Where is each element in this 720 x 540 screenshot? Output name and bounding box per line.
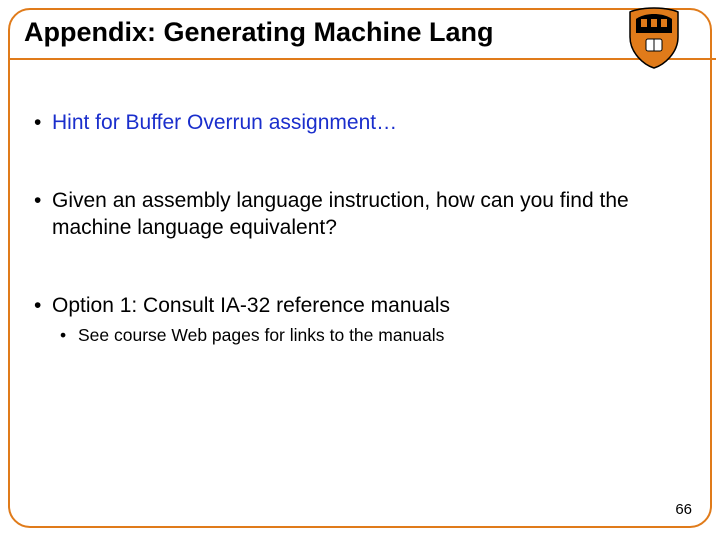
bullet-item: Given an assembly language instruction, …: [34, 188, 684, 241]
bullet-text: Given an assembly language instruction, …: [52, 189, 629, 238]
slide-frame: Appendix: Generating Machine Lang Hint f…: [8, 8, 712, 528]
bullet-item: Hint for Buffer Overrun assignment…: [34, 110, 684, 136]
slide-content: Hint for Buffer Overrun assignment… Give…: [34, 110, 684, 347]
title-divider: [8, 58, 716, 60]
bullet-text: Option 1: Consult IA-32 reference manual…: [52, 294, 450, 317]
bullet-text-hint: Hint for Buffer Overrun assignment…: [52, 111, 397, 134]
page-number: 66: [675, 501, 692, 518]
sub-bullet-item: See course Web pages for links to the ma…: [60, 325, 684, 347]
bullet-item: Option 1: Consult IA-32 reference manual…: [34, 293, 684, 347]
bullet-list: Hint for Buffer Overrun assignment… Give…: [34, 110, 684, 347]
slide-title: Appendix: Generating Machine Lang: [24, 17, 494, 48]
sub-bullet-list: See course Web pages for links to the ma…: [52, 325, 684, 347]
princeton-shield-icon: [626, 7, 682, 69]
sub-bullet-text: See course Web pages for links to the ma…: [78, 325, 444, 345]
